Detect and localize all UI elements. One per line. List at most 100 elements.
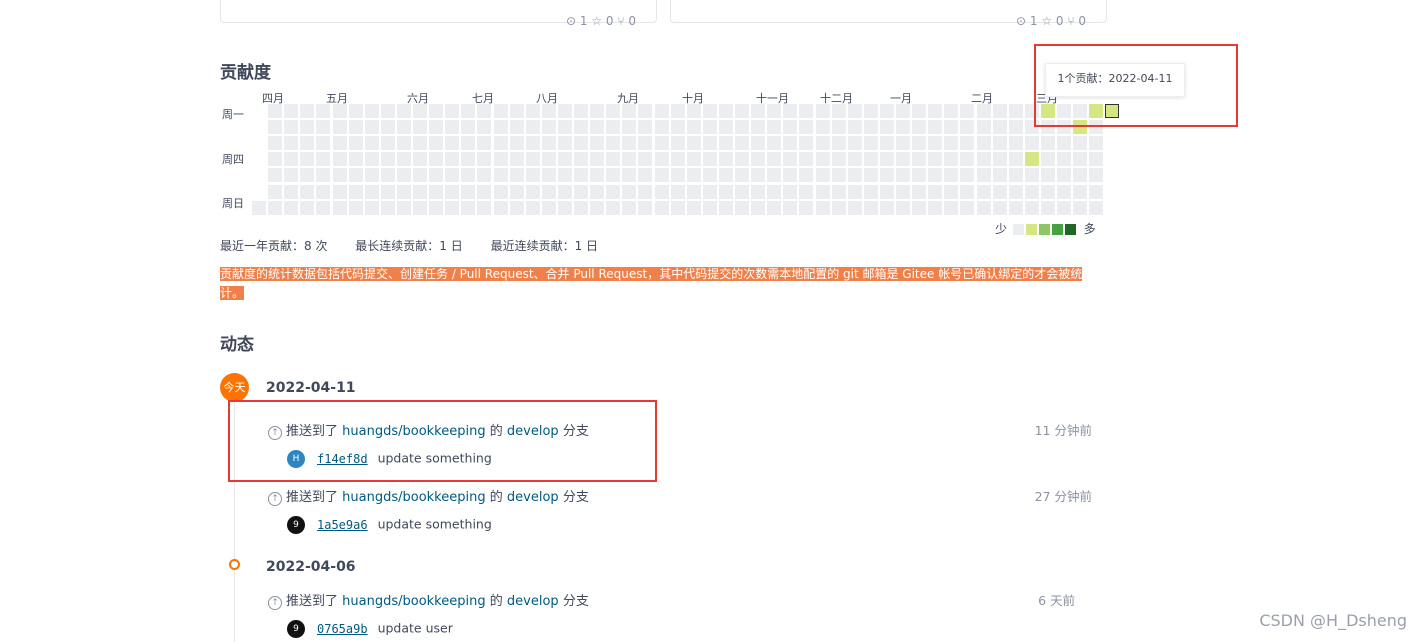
- heatmap-cell[interactable]: [638, 120, 653, 135]
- heatmap-cell[interactable]: [380, 104, 395, 118]
- heatmap-cell[interactable]: [735, 104, 749, 118]
- heatmap-cell[interactable]: [654, 184, 669, 199]
- heatmap-cell[interactable]: [1040, 168, 1055, 183]
- heatmap-cell[interactable]: [557, 120, 572, 135]
- heatmap-cell[interactable]: [831, 184, 846, 199]
- heatmap-cell[interactable]: [477, 184, 492, 199]
- heatmap-cell[interactable]: [396, 168, 411, 183]
- heatmap-cell[interactable]: [783, 168, 798, 183]
- heatmap-cell[interactable]: [702, 168, 717, 183]
- heatmap-cell[interactable]: [815, 120, 830, 135]
- heatmap-cell[interactable]: [509, 104, 524, 118]
- heatmap-cell[interactable]: [590, 136, 605, 151]
- heatmap-cell[interactable]: [429, 104, 444, 118]
- heatmap-cell[interactable]: [896, 184, 910, 199]
- heatmap-cell[interactable]: [493, 168, 508, 183]
- heatmap-cell[interactable]: [799, 184, 814, 199]
- heatmap-cell[interactable]: [284, 184, 299, 199]
- heatmap-cell[interactable]: [783, 152, 798, 167]
- heatmap-cell[interactable]: [284, 200, 299, 215]
- heatmap-cell[interactable]: [960, 168, 975, 183]
- heatmap-cell[interactable]: [622, 120, 637, 135]
- heatmap-cell[interactable]: [847, 120, 862, 135]
- heatmap-cell[interactable]: [461, 184, 476, 199]
- heatmap-cell[interactable]: [380, 184, 395, 199]
- heatmap-cell[interactable]: [429, 136, 444, 151]
- heatmap-cell[interactable]: [751, 104, 766, 118]
- heatmap-cell[interactable]: [928, 200, 943, 215]
- heatmap-cell[interactable]: [284, 120, 299, 135]
- heatmap-cell[interactable]: [654, 104, 669, 118]
- heatmap-cell[interactable]: [960, 136, 975, 151]
- heatmap-cell[interactable]: [670, 200, 685, 215]
- heatmap-cell[interactable]: [1073, 200, 1088, 215]
- heatmap-cell[interactable]: [976, 104, 991, 118]
- heatmap-cell[interactable]: [944, 104, 959, 118]
- heatmap-cell[interactable]: [815, 104, 830, 118]
- heatmap-cell[interactable]: [1089, 200, 1104, 215]
- heatmap-cell[interactable]: [413, 152, 427, 167]
- heatmap-cell[interactable]: [1057, 136, 1071, 151]
- heatmap-cell[interactable]: [735, 120, 749, 135]
- heatmap-cell[interactable]: [735, 152, 749, 167]
- heatmap-cell[interactable]: [525, 152, 540, 167]
- heatmap-cell[interactable]: [912, 200, 927, 215]
- heatmap-cell[interactable]: [638, 136, 653, 151]
- heatmap-cell[interactable]: [316, 104, 331, 118]
- heatmap-cell[interactable]: [606, 200, 621, 215]
- heatmap-cell[interactable]: [718, 136, 733, 151]
- heatmap-cell[interactable]: [461, 168, 476, 183]
- heatmap-cell[interactable]: [992, 120, 1007, 135]
- heatmap-cell[interactable]: [300, 184, 315, 199]
- heatmap-cell[interactable]: [445, 184, 460, 199]
- heatmap-cell[interactable]: [396, 184, 411, 199]
- heatmap-cell[interactable]: [348, 168, 363, 183]
- heatmap-cell[interactable]: [1040, 200, 1055, 215]
- heatmap-cell[interactable]: [847, 184, 862, 199]
- heatmap-cell[interactable]: [590, 168, 605, 183]
- heatmap-cell[interactable]: [606, 120, 621, 135]
- heatmap-cell[interactable]: [574, 120, 588, 135]
- heatmap-cell[interactable]: [1008, 184, 1023, 199]
- heatmap-cell[interactable]: [541, 184, 556, 199]
- heatmap-cell[interactable]: [702, 200, 717, 215]
- avatar[interactable]: 9: [287, 620, 305, 638]
- heatmap-cell[interactable]: [670, 168, 685, 183]
- heatmap-cell[interactable]: [799, 136, 814, 151]
- heatmap-cell[interactable]: [380, 168, 395, 183]
- heatmap-cell[interactable]: [606, 104, 621, 118]
- heatmap-cell[interactable]: [702, 136, 717, 151]
- heatmap-cell[interactable]: [879, 184, 894, 199]
- heatmap-cell[interactable]: [751, 120, 766, 135]
- heatmap-cell[interactable]: [413, 136, 427, 151]
- heatmap-cell[interactable]: [702, 120, 717, 135]
- heatmap-cell[interactable]: [396, 152, 411, 167]
- heatmap-cell[interactable]: [622, 200, 637, 215]
- heatmap-cell[interactable]: [847, 152, 862, 167]
- heatmap-cell[interactable]: [525, 136, 540, 151]
- heatmap-cell[interactable]: [268, 104, 283, 118]
- heatmap-cell[interactable]: [976, 200, 991, 215]
- heatmap-cell[interactable]: [863, 152, 878, 167]
- heatmap-cell[interactable]: [718, 184, 733, 199]
- heatmap-cell[interactable]: [284, 152, 299, 167]
- heatmap-cell[interactable]: [557, 168, 572, 183]
- heatmap-cell[interactable]: [364, 152, 379, 167]
- heatmap-cell[interactable]: [654, 120, 669, 135]
- branch-link[interactable]: develop: [507, 594, 559, 609]
- heatmap-cell[interactable]: [735, 184, 749, 199]
- heatmap-cell[interactable]: [670, 120, 685, 135]
- heatmap-cell[interactable]: [718, 152, 733, 167]
- heatmap-cell[interactable]: [509, 152, 524, 167]
- heatmap-cell[interactable]: [541, 120, 556, 135]
- heatmap-cell[interactable]: [509, 184, 524, 199]
- heatmap-cell[interactable]: [1089, 168, 1104, 183]
- heatmap-cell[interactable]: [525, 200, 540, 215]
- heatmap-cell[interactable]: [896, 104, 910, 118]
- heatmap-cell[interactable]: [622, 184, 637, 199]
- heatmap-cell[interactable]: [702, 152, 717, 167]
- heatmap-cell[interactable]: [541, 136, 556, 151]
- heatmap-cell[interactable]: [863, 136, 878, 151]
- heatmap-cell[interactable]: [654, 152, 669, 167]
- heatmap-cell[interactable]: [831, 104, 846, 118]
